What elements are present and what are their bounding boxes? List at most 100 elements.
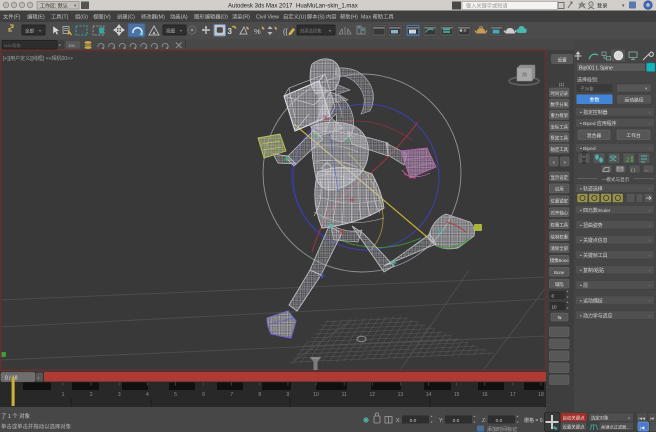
svg-text:脚本(S): 脚本(S): [307, 13, 325, 21]
svg-text:0: 0: [552, 293, 555, 298]
svg-text:5: 5: [174, 392, 177, 398]
svg-text:10: 10: [552, 304, 558, 309]
svg-text:▾: ▾: [628, 415, 630, 420]
svg-text:↹: ↹: [558, 315, 562, 320]
svg-text:重力框架: 重力框架: [550, 112, 568, 119]
svg-text:混合器: 混合器: [587, 132, 602, 139]
svg-text:HuaMuLan-skin_1.max: HuaMuLan-skin_1.max: [296, 3, 358, 9]
svg-text:13: 13: [398, 392, 404, 398]
svg-text:Y:: Y:: [439, 418, 443, 424]
svg-text:0 / 18: 0 / 18: [5, 376, 18, 382]
svg-text:18: 18: [538, 392, 544, 398]
svg-text:<: <: [552, 160, 555, 165]
svg-text:创建选择集: 创建选择集: [300, 27, 322, 34]
svg-text:选择级别:: 选择级别:: [577, 77, 598, 84]
svg-text:14: 14: [426, 392, 432, 398]
svg-text:Autodesk 3ds Max 2017: Autodesk 3ds Max 2017: [228, 3, 293, 9]
svg-text:登录: 登录: [597, 2, 607, 10]
svg-text:3: 3: [228, 27, 233, 36]
svg-text:渲染(R): 渲染(R): [232, 13, 250, 21]
svg-text:帮助(H): 帮助(H): [340, 13, 358, 21]
svg-text:16: 16: [482, 392, 488, 398]
svg-text:自动关键点: 自动关键点: [563, 415, 586, 422]
svg-text:位置锁定: 位置锁定: [550, 198, 568, 205]
svg-text:▾: ▾: [645, 86, 647, 91]
svg-text:权重工具: 权重工具: [550, 221, 568, 228]
svg-text:视图(V): 视图(V): [93, 13, 111, 21]
svg-text:3: 3: [118, 392, 121, 398]
svg-text:绘制权重: 绘制权重: [550, 233, 568, 240]
svg-text:0.0: 0.0: [453, 418, 460, 424]
svg-text:自定义(U): 自定义(U): [283, 13, 306, 21]
svg-text:• 关键帧工具: • 关键帧工具: [580, 252, 608, 259]
svg-text:时间记录: 时间记录: [550, 90, 568, 97]
svg-text:塌陷: 塌陷: [555, 281, 564, 288]
svg-text:▾: ▾: [39, 28, 41, 33]
svg-text:了 1 个 对象: 了 1 个 对象: [1, 412, 31, 420]
svg-text:框定工具: 框定工具: [550, 135, 568, 142]
svg-text:4: 4: [146, 392, 149, 398]
svg-text:• Biped 应用程序: • Biped 应用程序: [580, 120, 617, 127]
svg-text:( ): ( ): [631, 168, 636, 173]
svg-text:动画(A): 动画(A): [170, 14, 188, 21]
svg-text:[+][用户定义][线框] <<相机00>>: [+][用户定义][线框] <<相机00>>: [3, 55, 73, 62]
svg-text:• 指定控制器: • 指定控制器: [580, 109, 608, 116]
svg-text:10: 10: [313, 392, 319, 398]
svg-text:Max 帮助工具: Max 帮助工具: [361, 13, 394, 21]
svg-text:显示设定: 显示设定: [550, 174, 568, 181]
svg-text:7: 7: [230, 392, 233, 398]
svg-text:• 运动捕捉: • 运动捕捉: [580, 297, 603, 304]
svg-text:({: ({: [283, 29, 288, 36]
svg-text:• 轨迹选择: • 轨迹选择: [580, 185, 603, 192]
svg-text:1: 1: [62, 392, 65, 398]
svg-text:Bone: Bone: [554, 270, 565, 275]
svg-text:Z:: Z:: [482, 418, 486, 424]
svg-text:运动路径: 运动路径: [624, 97, 643, 104]
svg-text:⌐: ⌐: [646, 168, 649, 173]
svg-text:Bip001 L Spine: Bip001 L Spine: [579, 66, 613, 72]
svg-text:(1): (1): [559, 82, 565, 87]
svg-text:前: 前: [522, 72, 527, 79]
svg-text:工具(T): 工具(T): [51, 14, 69, 21]
svg-text:图形编辑器(D): 图形编辑器(D): [194, 13, 228, 21]
svg-text:启用: 启用: [555, 186, 564, 193]
svg-text:2: 2: [90, 392, 93, 398]
svg-text:数字分离: 数字分离: [550, 101, 568, 108]
svg-text:▾: ▾: [59, 43, 61, 48]
svg-text:设置关键点: 设置关键点: [563, 424, 586, 431]
svg-text:—模式与显示: —模式与显示: [602, 176, 630, 183]
svg-text:2: 2: [626, 157, 630, 164]
svg-text:|◀|: |◀|: [640, 426, 645, 430]
svg-text:关键点过滤器...: 关键点过滤器...: [601, 424, 630, 431]
svg-text:内容: 内容: [326, 13, 337, 21]
svg-text:17: 17: [510, 392, 516, 398]
svg-text:键入关键字或短语: 键入关键字或短语: [466, 2, 508, 10]
svg-text:组(G): 组(G): [75, 13, 88, 21]
svg-text:对齐轴心: 对齐轴心: [550, 210, 568, 217]
svg-text:参数: 参数: [589, 97, 599, 104]
svg-text:12: 12: [370, 392, 376, 398]
svg-text:%: %: [254, 27, 261, 36]
svg-text:9: 9: [287, 392, 290, 398]
svg-text:清除全部: 清除全部: [550, 245, 568, 252]
svg-text:▾: ▾: [329, 28, 331, 33]
svg-text:Civil View: Civil View: [256, 15, 279, 21]
svg-text:设置: 设置: [557, 56, 567, 63]
svg-text:轴定工具: 轴定工具: [550, 146, 568, 153]
svg-text:• 关键点信息: • 关键点信息: [580, 237, 608, 244]
svg-text:>: >: [563, 160, 566, 165]
svg-text:工作台: 工作台: [626, 132, 641, 139]
svg-text:坐标工具: 坐标工具: [550, 123, 568, 130]
svg-text:修改器(M): 修改器(M): [141, 13, 165, 21]
svg-text:X:: X:: [396, 418, 401, 424]
svg-text:• 扭曲姿势: • 扭曲姿势: [580, 222, 603, 229]
svg-text:• 动力学与适应: • 动力学与适应: [580, 312, 613, 319]
svg-text:100: 100: [68, 43, 75, 48]
svg-text:• 复制/粘贴: • 复制/粘贴: [580, 267, 604, 274]
svg-text:• Biped: • Biped: [580, 146, 596, 152]
svg-text:0.0: 0.0: [410, 418, 417, 424]
svg-text:创建(C): 创建(C): [117, 13, 135, 21]
svg-text:0.0: 0.0: [496, 418, 503, 424]
svg-text:视图: 视图: [166, 28, 176, 35]
svg-text:添加时间标记: 添加时间标记: [487, 426, 517, 432]
